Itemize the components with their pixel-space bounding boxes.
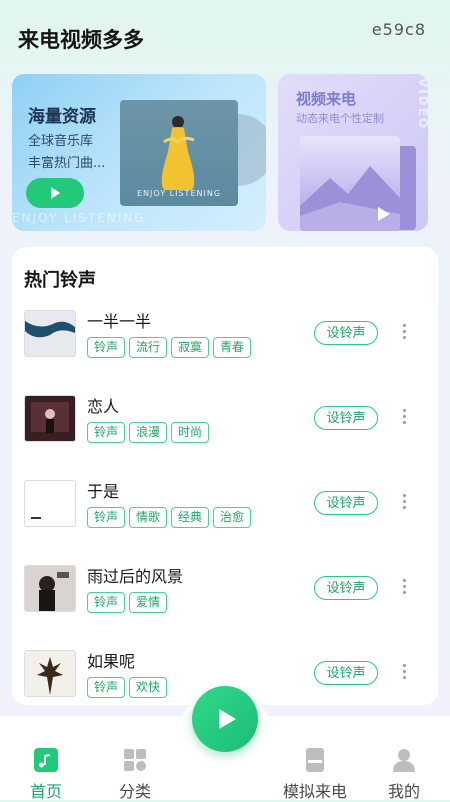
tag[interactable]: 铃声 (87, 507, 126, 528)
tag[interactable]: 经典 (171, 507, 210, 528)
more-options-icon[interactable] (399, 494, 409, 512)
section-title: 热门铃声 (24, 270, 96, 291)
album-caption: ENJOY LISTENING (136, 189, 222, 198)
music-note-icon (34, 748, 58, 772)
tag[interactable]: 时尚 (171, 422, 210, 443)
grid-icon (124, 749, 146, 771)
tag-list: 铃声 流行 寂寞 青春 (87, 337, 252, 358)
song-title: 恋人 (87, 397, 120, 416)
dancer-figure-image (161, 116, 195, 190)
ringtone-row[interactable]: 一半一半 铃声 流行 寂寞 青春 设铃声 (12, 310, 438, 394)
tag[interactable]: 铃声 (87, 422, 126, 443)
play-icon (219, 709, 236, 729)
banner-main-line2: 丰富热门曲... (28, 156, 106, 171)
app-title: 来电视频多多 (18, 28, 144, 52)
tag[interactable]: 爱情 (129, 592, 168, 613)
banner-video-call[interactable]: VIDEO 视频来电 动态来电个性定制 (278, 74, 428, 231)
banner-video-subtitle: 动态来电个性定制 (296, 112, 384, 125)
more-options-icon[interactable] (399, 409, 409, 427)
banner-watermark: ENJOY LISTENING (12, 211, 146, 225)
more-options-icon[interactable] (399, 324, 409, 342)
tag[interactable]: 流行 (129, 337, 168, 358)
ringtone-row[interactable]: 恋人 铃声 浪漫 时尚 设铃声 (12, 395, 438, 479)
ringtone-row[interactable]: 雨过后的风景 铃声 爱情 设铃声 (12, 565, 438, 649)
tag-list: 铃声 浪漫 时尚 (87, 422, 210, 443)
banner-main-title: 海量资源 (28, 107, 96, 127)
tag[interactable]: 欢快 (129, 677, 168, 698)
song-title: 于是 (87, 482, 120, 501)
phone-device-icon (306, 748, 324, 772)
more-options-icon[interactable] (399, 664, 409, 682)
hot-ringtones-panel: 热门铃声 一半一半 铃声 流行 寂寞 青春 设铃声 恋人 铃声 浪漫 时尚 设铃… (12, 247, 438, 705)
song-title: 雨过后的风景 (87, 567, 184, 586)
song-cover-image (24, 310, 76, 357)
header-code: e59c8 (371, 20, 426, 39)
tag-list: 铃声 爱情 (87, 592, 168, 613)
banner-play-button[interactable] (26, 178, 84, 208)
tab-home[interactable]: 首页 (14, 716, 78, 801)
set-ringtone-button[interactable]: 设铃声 (314, 406, 378, 430)
tab-simulate-call[interactable]: 模拟来电 (270, 716, 360, 801)
user-icon (393, 749, 415, 772)
album-cover-image: ENJOY LISTENING (120, 100, 238, 206)
song-cover-image (24, 650, 76, 697)
header: 来电视频多多 e59c8 (0, 0, 450, 70)
song-title: 一半一半 (87, 312, 152, 331)
tag[interactable]: 铃声 (87, 592, 126, 613)
center-play-button[interactable] (192, 686, 258, 752)
banner-main-line1: 全球音乐库 (28, 134, 94, 149)
set-ringtone-button[interactable]: 设铃声 (314, 576, 378, 600)
set-ringtone-button[interactable]: 设铃声 (314, 661, 378, 685)
banner-video-title: 视频来电 (296, 90, 357, 108)
tab-category-label: 分类 (118, 782, 151, 801)
song-cover-image (24, 480, 76, 527)
banner-music-resources[interactable]: ENJOY LISTENING 海量资源 全球音乐库 丰富热门曲... ENJO… (12, 74, 266, 231)
tab-mine-label: 我的 (387, 782, 420, 801)
song-cover-image (24, 565, 76, 612)
video-thumbnail (300, 136, 400, 231)
tab-home-label: 首页 (29, 782, 62, 801)
more-options-icon[interactable] (399, 579, 409, 597)
set-ringtone-button[interactable]: 设铃声 (314, 491, 378, 515)
tag[interactable]: 治愈 (213, 507, 252, 528)
play-icon (378, 207, 390, 221)
song-title: 如果呢 (87, 652, 136, 671)
tag[interactable]: 寂寞 (171, 337, 210, 358)
tag-list: 铃声 情歌 经典 治愈 (87, 507, 252, 528)
tag[interactable]: 铃声 (87, 677, 126, 698)
tab-simulate-call-label: 模拟来电 (282, 782, 347, 801)
tab-category[interactable]: 分类 (103, 716, 167, 801)
set-ringtone-button[interactable]: 设铃声 (314, 321, 378, 345)
play-icon (51, 187, 60, 199)
song-cover-image (24, 395, 76, 442)
tag[interactable]: 铃声 (87, 337, 126, 358)
tag[interactable]: 情歌 (129, 507, 168, 528)
tag-list: 铃声 欢快 (87, 677, 168, 698)
tag[interactable]: 浪漫 (129, 422, 168, 443)
banner-video-vertical-text: VIDEO (416, 78, 428, 131)
ringtone-row[interactable]: 于是 铃声 情歌 经典 治愈 设铃声 (12, 480, 438, 564)
tab-mine[interactable]: 我的 (372, 716, 436, 801)
tag[interactable]: 青春 (213, 337, 252, 358)
